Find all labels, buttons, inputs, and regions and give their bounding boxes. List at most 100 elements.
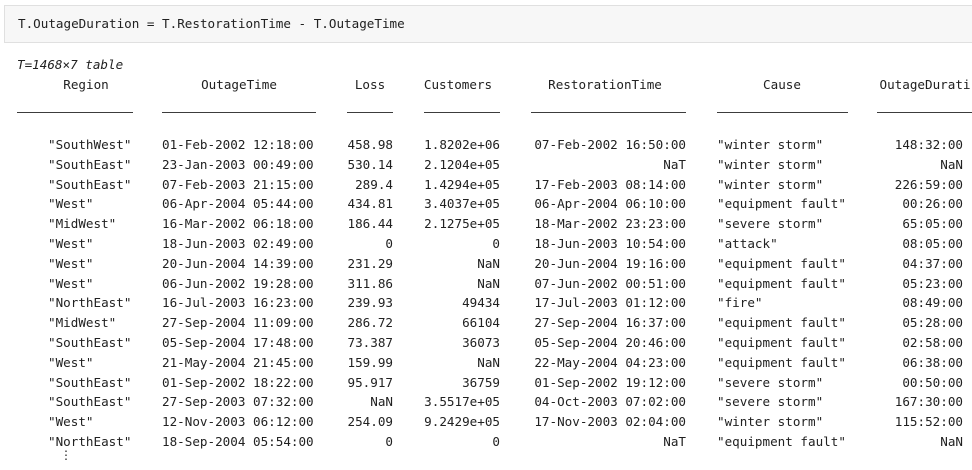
cell-customers: 3.5517e+05 <box>424 394 500 410</box>
cell-cause: "winter storm" <box>717 156 824 172</box>
cell-outage-duration: 00:26:00 <box>902 196 963 212</box>
cell-outage-duration: 148:32:00 <box>894 137 963 152</box>
cell-loss: 159.99 <box>347 354 394 370</box>
cell-region: "NorthEast" <box>48 295 132 311</box>
cell-outage-duration: NaN <box>940 434 963 449</box>
cell-cause: "equipment fault" <box>717 275 846 291</box>
cell-outage-duration: 05:23:00 <box>902 275 963 291</box>
cell-outage-time: 18-Jun-2003 02:49:00 <box>162 236 314 251</box>
code-cell[interactable]: T.OutageDuration = T.RestorationTime - T… <box>4 5 972 43</box>
cell-outage-time: 01-Feb-2002 12:18:00 <box>162 137 314 152</box>
cell-cause: "equipment fault" <box>717 255 846 271</box>
cell-loss: 254.09 <box>347 414 394 430</box>
cell-loss: 530.14 <box>347 156 394 172</box>
cell-outage-duration: 08:05:00 <box>902 236 963 251</box>
cell-region: "SouthEast" <box>48 394 132 410</box>
column-header-customers: Customers <box>423 77 493 92</box>
cell-region: "MidWest" <box>48 315 117 331</box>
cell-cause: "equipment fault" <box>717 196 846 212</box>
cell-customers: NaN <box>477 255 500 271</box>
cell-loss: 95.917 <box>347 374 394 390</box>
cell-cause: "severe storm" <box>717 374 824 390</box>
cell-outage-time: 23-Jan-2003 00:49:00 <box>162 156 314 172</box>
column-underline <box>162 112 316 113</box>
cell-customers: 36073 <box>462 335 500 350</box>
cell-restoration-time: 22-May-2004 04:23:00 <box>534 354 686 370</box>
cell-outage-time: 18-Sep-2004 05:54:00 <box>162 434 314 449</box>
cell-region: "West" <box>48 414 94 430</box>
cell-outage-time: 05-Sep-2004 17:48:00 <box>162 335 314 350</box>
column-underline <box>531 112 686 113</box>
cell-region: "SouthEast" <box>48 335 132 350</box>
cell-cause: "equipment fault" <box>717 315 846 331</box>
cell-outage-time: 01-Sep-2002 18:22:00 <box>162 374 314 390</box>
cell-loss: NaN <box>370 394 393 410</box>
cell-loss: 458.98 <box>347 137 394 152</box>
table-size-label: T=1468×7 table <box>17 57 124 72</box>
cell-outage-time: 16-Jul-2003 16:23:00 <box>162 295 314 311</box>
cell-customers: 36759 <box>462 374 500 390</box>
cell-cause: "equipment fault" <box>717 434 846 449</box>
cell-loss: 0 <box>385 236 393 251</box>
column-underline <box>877 112 972 113</box>
cell-region: "SouthEast" <box>48 156 132 172</box>
cell-restoration-time: NaT <box>663 434 686 449</box>
cell-customers: 0 <box>492 236 500 251</box>
cell-loss: 286.72 <box>347 315 394 331</box>
cell-region: "SouthEast" <box>48 374 132 390</box>
column-underline <box>347 112 393 113</box>
cell-outage-duration: 04:37:00 <box>902 255 963 271</box>
column-header-outage-time: OutageTime <box>201 77 277 92</box>
cell-customers: 2.1275e+05 <box>424 216 500 232</box>
cell-restoration-time: 01-Sep-2002 19:12:00 <box>534 374 686 390</box>
cell-customers: 0 <box>492 434 500 449</box>
cell-outage-duration: NaN <box>940 156 963 172</box>
cell-restoration-time: 18-Mar-2002 23:23:00 <box>534 216 686 232</box>
cell-loss: 434.81 <box>347 196 394 212</box>
cell-outage-time: 07-Feb-2003 21:15:00 <box>162 176 314 192</box>
cell-outage-time: 21-May-2004 21:45:00 <box>162 354 314 370</box>
cell-region: "West" <box>48 255 94 271</box>
cell-cause: "equipment fault" <box>717 354 846 370</box>
cell-loss: 311.86 <box>347 275 394 291</box>
cell-loss: 289.4 <box>355 176 393 192</box>
cell-restoration-time: 17-Jul-2003 01:12:00 <box>534 295 686 311</box>
cell-loss: 73.387 <box>347 335 394 350</box>
cell-outage-time: 16-Mar-2002 06:18:00 <box>162 216 314 232</box>
cell-loss: 186.44 <box>347 216 394 232</box>
cell-outage-time: 12-Nov-2003 06:12:00 <box>162 414 314 430</box>
cell-customers: NaN <box>477 354 500 370</box>
cell-cause: "severe storm" <box>717 216 824 232</box>
cell-outage-duration: 08:49:00 <box>902 295 963 311</box>
cell-restoration-time: 17-Feb-2003 08:14:00 <box>534 176 686 192</box>
cell-restoration-time: 18-Jun-2003 10:54:00 <box>534 236 686 251</box>
cell-cause: "fire" <box>717 295 763 311</box>
cell-outage-duration: 115:52:00 <box>894 414 963 430</box>
cell-outage-duration: 167:30:00 <box>894 394 963 410</box>
cell-customers: 9.2429e+05 <box>424 414 500 430</box>
cell-outage-duration: 226:59:00 <box>894 176 963 192</box>
cell-loss: 231.29 <box>347 255 394 271</box>
cell-outage-time: 06-Apr-2004 05:44:00 <box>162 196 314 212</box>
cell-cause: "winter storm" <box>717 137 824 152</box>
column-underline <box>17 112 133 113</box>
cell-restoration-time: 05-Sep-2004 20:46:00 <box>534 335 686 350</box>
column-header-restoration-time: RestorationTime <box>548 77 662 92</box>
cell-restoration-time: 04-Oct-2003 07:02:00 <box>534 394 686 410</box>
cell-outage-time: 27-Sep-2004 11:09:00 <box>162 315 314 331</box>
cell-loss: 239.93 <box>347 295 394 311</box>
column-header-region: Region <box>63 77 109 92</box>
cell-cause: "winter storm" <box>717 414 824 430</box>
more-rows-indicator: ⋮ <box>60 448 72 462</box>
cell-region: "West" <box>48 354 94 370</box>
column-underline <box>424 112 500 113</box>
cell-restoration-time: 17-Nov-2003 02:04:00 <box>534 414 686 430</box>
code-line[interactable]: T.OutageDuration = T.RestorationTime - T… <box>18 16 405 32</box>
column-underline <box>717 112 848 113</box>
cell-restoration-time: NaT <box>663 156 686 172</box>
cell-restoration-time: 07-Jun-2002 00:51:00 <box>534 275 686 291</box>
cell-restoration-time: 27-Sep-2004 16:37:00 <box>534 315 686 331</box>
cell-region: "SouthWest" <box>48 137 132 152</box>
cell-cause: "winter storm" <box>717 176 824 192</box>
cell-outage-duration: 06:38:00 <box>902 354 963 370</box>
